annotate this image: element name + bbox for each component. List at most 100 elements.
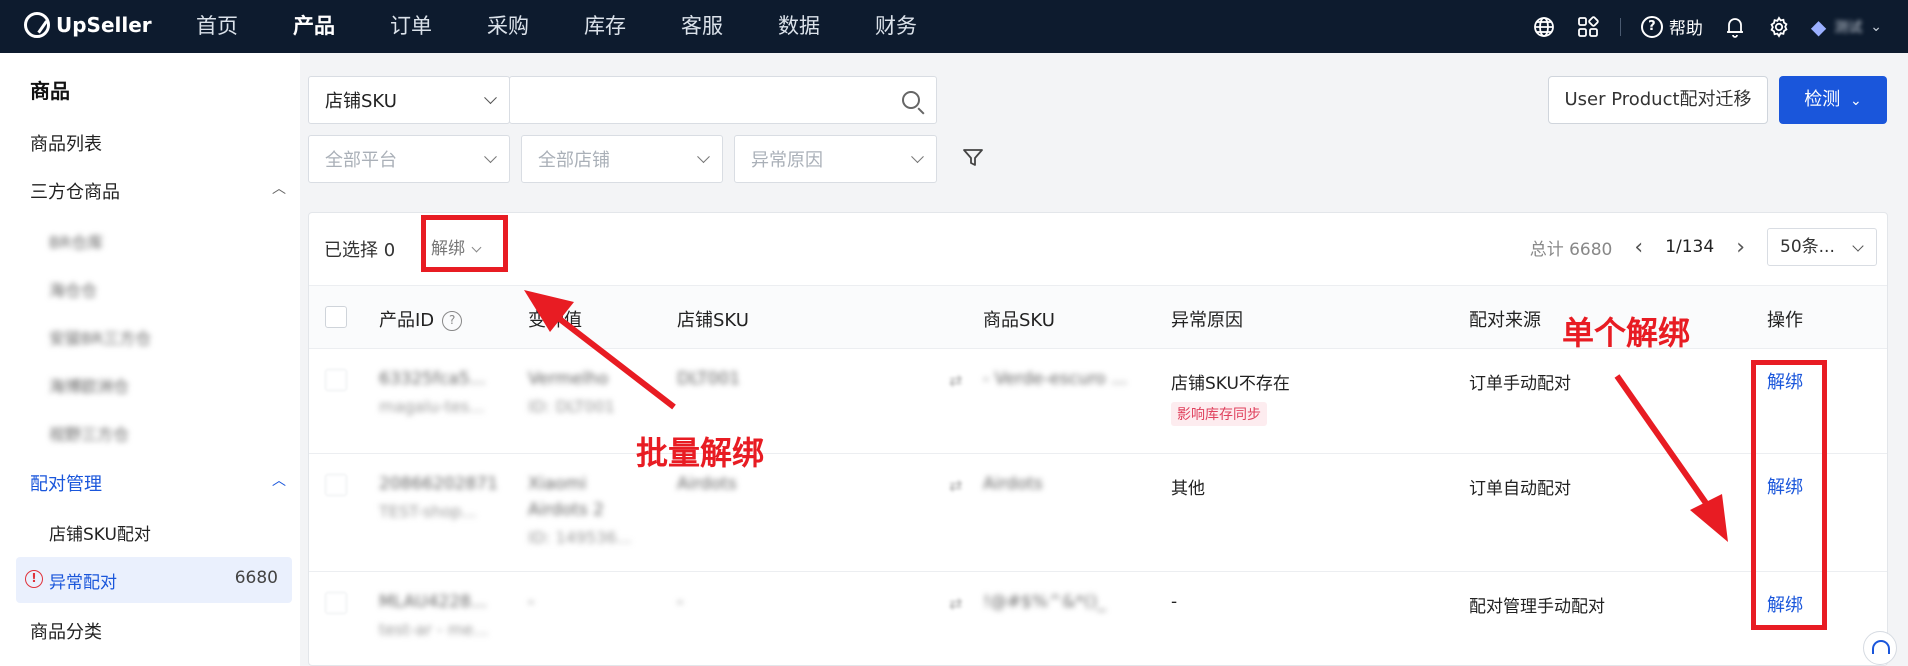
sidebar-subitem-warehouse[interactable]: 视野三方仓 <box>49 421 129 445</box>
sku-type-select[interactable]: 店铺SKU <box>308 76 510 124</box>
search-input[interactable] <box>509 76 937 124</box>
sidebar-group-label: 配对管理 <box>30 474 102 495</box>
reason-select[interactable]: 异常原因 <box>734 135 937 183</box>
sidebar-item-product-list[interactable]: 商品列表 <box>30 130 102 156</box>
sidebar-subitem-warehouse[interactable]: 安骏BR三方仓 <box>49 325 151 349</box>
nav-product[interactable]: 产品 <box>293 0 390 53</box>
nav-finance[interactable]: 财务 <box>875 0 972 53</box>
abnormal-reason: - <box>1171 592 1178 612</box>
sidebar-subitem-warehouse[interactable]: BR仓库 <box>49 229 103 253</box>
abnormal-count: 6680 <box>234 568 278 588</box>
product-id: 20866202871 <box>379 474 498 494</box>
logo-text: UpSeller <box>56 13 152 37</box>
header-source: 配对来源 <box>1469 310 1541 331</box>
chevron-down-icon <box>1852 240 1864 252</box>
swap-icon: ⇄ <box>949 594 963 613</box>
header-operation: 操作 <box>1767 310 1803 331</box>
platform-placeholder: 全部平台 <box>325 150 397 171</box>
sidebar-item-category[interactable]: 商品分类 <box>30 618 102 644</box>
table-row: 63325fca5... magalu-tes... Vermelho ID: … <box>309 349 1887 454</box>
chevron-down-icon: ⌄ <box>1870 18 1882 35</box>
nav-data[interactable]: 数据 <box>778 0 875 53</box>
single-unbind-highlight <box>1751 360 1827 630</box>
shop-sku: Airdots <box>677 474 737 494</box>
header-label: 产品ID <box>379 310 435 331</box>
question-icon[interactable]: ? <box>442 311 463 331</box>
variant-value: Vermelho <box>528 369 609 389</box>
user-name: 测试 <box>1834 19 1863 36</box>
pagination: 总计 6680 ‹ 1/134 › 50条... <box>1530 228 1877 266</box>
chevron-up-icon: ︿ <box>272 181 286 197</box>
shop-name: magalu-tes... <box>379 397 485 416</box>
total-count: 总计 6680 <box>1529 239 1613 260</box>
customer-support-icon[interactable] <box>1863 631 1897 665</box>
next-page-icon[interactable]: › <box>1736 235 1745 260</box>
page-size-select[interactable]: 50条... <box>1767 228 1877 266</box>
row-checkbox[interactable] <box>325 592 347 614</box>
filter-icon[interactable] <box>962 148 984 168</box>
row-checkbox[interactable] <box>325 369 347 391</box>
item-sku: !@#$%^&*()_ <box>983 592 1106 612</box>
detect-button[interactable]: 检测 ⌄ <box>1779 76 1887 124</box>
user-menu[interactable]: ◆ 测试 ⌄ <box>1811 15 1882 39</box>
sidebar-item-shop-sku-pairing[interactable]: 店铺SKU配对 <box>49 520 151 545</box>
shop-select[interactable]: 全部店铺 <box>521 135 723 183</box>
bell-icon[interactable] <box>1723 15 1747 39</box>
prev-page-icon[interactable]: ‹ <box>1634 235 1643 260</box>
shop-name: test-ar - me... <box>379 620 489 639</box>
page-indicator: 1/134 <box>1665 237 1715 257</box>
shop-name: TEST-shop... <box>379 502 477 521</box>
row-checkbox[interactable] <box>325 474 347 496</box>
table-row: 20866202871 TEST-shop... Xiaomi Airdots … <box>309 454 1887 572</box>
detect-label: 检测 <box>1804 89 1841 110</box>
nav-inventory[interactable]: 库存 <box>584 0 681 53</box>
pairing-source: 订单自动配对 <box>1469 479 1571 499</box>
abnormal-reason: 店铺SKU不存在 影响库存同步 <box>1171 369 1290 426</box>
single-unbind-annotation: 单个解绑 <box>1562 314 1691 352</box>
user-product-migrate-button[interactable]: User Product配对迁移 <box>1548 76 1768 124</box>
reason-placeholder: 异常原因 <box>751 150 823 171</box>
warning-icon: ! <box>25 570 43 588</box>
sidebar-group-thirdparty[interactable]: 三方仓商品 ︿ <box>30 178 286 204</box>
reason-tag: 影响库存同步 <box>1171 402 1267 426</box>
nav-home[interactable]: 首页 <box>196 0 293 53</box>
shop-sku: - <box>677 592 684 612</box>
nav-customer-service[interactable]: 客服 <box>681 0 778 53</box>
variant-value-line2: Airdots 2 <box>528 500 604 520</box>
globe-icon[interactable] <box>1532 15 1556 39</box>
apps-grid-icon[interactable] <box>1576 15 1600 39</box>
platform-select[interactable]: 全部平台 <box>308 135 510 183</box>
header-product-id: 产品ID? <box>379 306 463 332</box>
variant-id: ID: 149536... <box>528 528 632 547</box>
sidebar-item-abnormal-pairing[interactable]: ! 异常配对 6680 <box>16 557 292 603</box>
header-reason: 异常原因 <box>1171 310 1243 331</box>
sidebar: 商品 商品列表 三方仓商品 ︿ BR仓库 海仓仓 安骏BR三方仓 海博欧洲仓 视… <box>0 53 300 666</box>
swap-icon: ⇄ <box>949 371 963 390</box>
chevron-down-icon <box>484 91 497 105</box>
nav-purchase[interactable]: 采购 <box>487 0 584 53</box>
header-variant: 变种值 <box>528 310 582 331</box>
vip-gem-icon: ◆ <box>1810 14 1827 39</box>
top-nav: UpSeller 首页 产品 订单 采购 库存 客服 数据 财务 ? 帮助 ◆ … <box>0 0 1908 53</box>
sku-type-value: 店铺SKU <box>325 91 397 112</box>
item-sku: - Verde-escuro ... <box>983 369 1128 389</box>
selected-count: 已选择 0 <box>324 240 396 261</box>
sidebar-group-pairing[interactable]: 配对管理 ︿ <box>30 470 286 496</box>
chevron-down-icon: ⌄ <box>1850 93 1862 109</box>
batch-unbind-annotation: 批量解绑 <box>636 434 765 472</box>
chevron-down-icon <box>697 150 710 164</box>
chevron-down-icon <box>911 150 924 164</box>
reason-text: 店铺SKU不存在 <box>1171 374 1290 394</box>
upseller-logo[interactable]: UpSeller <box>24 12 152 38</box>
sidebar-subitem-warehouse[interactable]: 海仓仓 <box>49 277 97 301</box>
sidebar-title: 商品 <box>30 79 70 103</box>
help-button[interactable]: ? 帮助 <box>1640 14 1703 39</box>
header-shop-sku: 店铺SKU <box>677 310 749 331</box>
search-icon[interactable] <box>902 91 920 109</box>
nav-order[interactable]: 订单 <box>390 0 487 53</box>
select-all-checkbox[interactable] <box>325 306 347 328</box>
sidebar-subitem-warehouse[interactable]: 海博欧洲仓 <box>49 373 129 397</box>
help-label: 帮助 <box>1668 19 1703 39</box>
gear-icon[interactable] <box>1767 15 1791 39</box>
item-sku: Airdots <box>983 474 1043 494</box>
